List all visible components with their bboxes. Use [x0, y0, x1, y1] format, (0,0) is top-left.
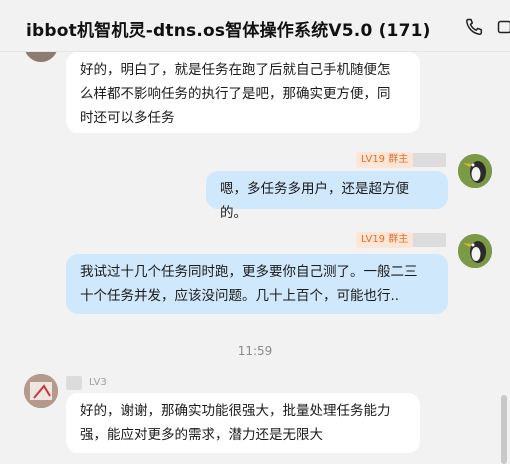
message-line: 我试过十几个任务同时跑，更多要你自己测了。一般二三	[80, 264, 418, 280]
penguin-icon	[458, 154, 492, 188]
level-badge: LV3	[89, 377, 107, 388]
message-list[interactable]: 好的，明白了，就是任务在跑了后就自己手机随便怎 么样都不影响任务的执行了是吧，那…	[0, 52, 510, 464]
scrollbar[interactable]	[501, 395, 507, 464]
message-bubble[interactable]: 我试过十几个任务同时跑，更多要你自己测了。一般二三 十个任务并发，应该没问题。几…	[66, 254, 448, 314]
avatar[interactable]	[24, 52, 58, 62]
message-line: 好的，明白了，就是任务在跑了后就自己手机随便怎	[80, 62, 391, 78]
avatar[interactable]	[458, 154, 492, 188]
owner-badge: LV19 群主	[356, 232, 414, 248]
chat-header: ibbot机智机灵-dtns.os智体操作系统V5.0 (171)	[0, 0, 510, 52]
avatar[interactable]	[24, 374, 58, 408]
sender-name	[66, 376, 82, 390]
message-line: 么样都不影响任务的执行了是吧，那确实更方便，同	[80, 86, 391, 102]
time-divider: 11:59	[237, 344, 273, 358]
message-line: 强，能应对更多的需求，潜力还是无限大	[80, 427, 323, 443]
user-photo-icon	[24, 374, 58, 408]
message-line: 时还可以多任务	[80, 110, 175, 126]
message-line: 十个任务并发，应该没问题。几十上百个，可能也行..	[80, 288, 400, 304]
phone-icon[interactable]	[464, 17, 484, 37]
penguin-icon	[458, 234, 492, 268]
message-line: 好的，谢谢，那确实功能很强大，批量处理任务能力	[80, 403, 391, 419]
sender-name	[412, 233, 446, 247]
message-line: 嗯，多任务多用户，还是超方便的。	[220, 181, 409, 221]
avatar[interactable]	[458, 234, 492, 268]
video-icon[interactable]	[497, 17, 510, 37]
message-bubble[interactable]: 好的，明白了，就是任务在跑了后就自己手机随便怎 么样都不影响任务的执行了是吧，那…	[66, 52, 420, 133]
message-bubble[interactable]: 好的，谢谢，那确实功能很强大，批量处理任务能力 强，能应对更多的需求，潜力还是无…	[66, 393, 420, 453]
chat-title: ibbot机智机灵-dtns.os智体操作系统V5.0 (171)	[26, 21, 431, 41]
message-bubble[interactable]: 嗯，多任务多用户，还是超方便的。	[206, 171, 448, 221]
sender-name	[412, 153, 446, 167]
owner-badge: LV19 群主	[356, 152, 414, 168]
